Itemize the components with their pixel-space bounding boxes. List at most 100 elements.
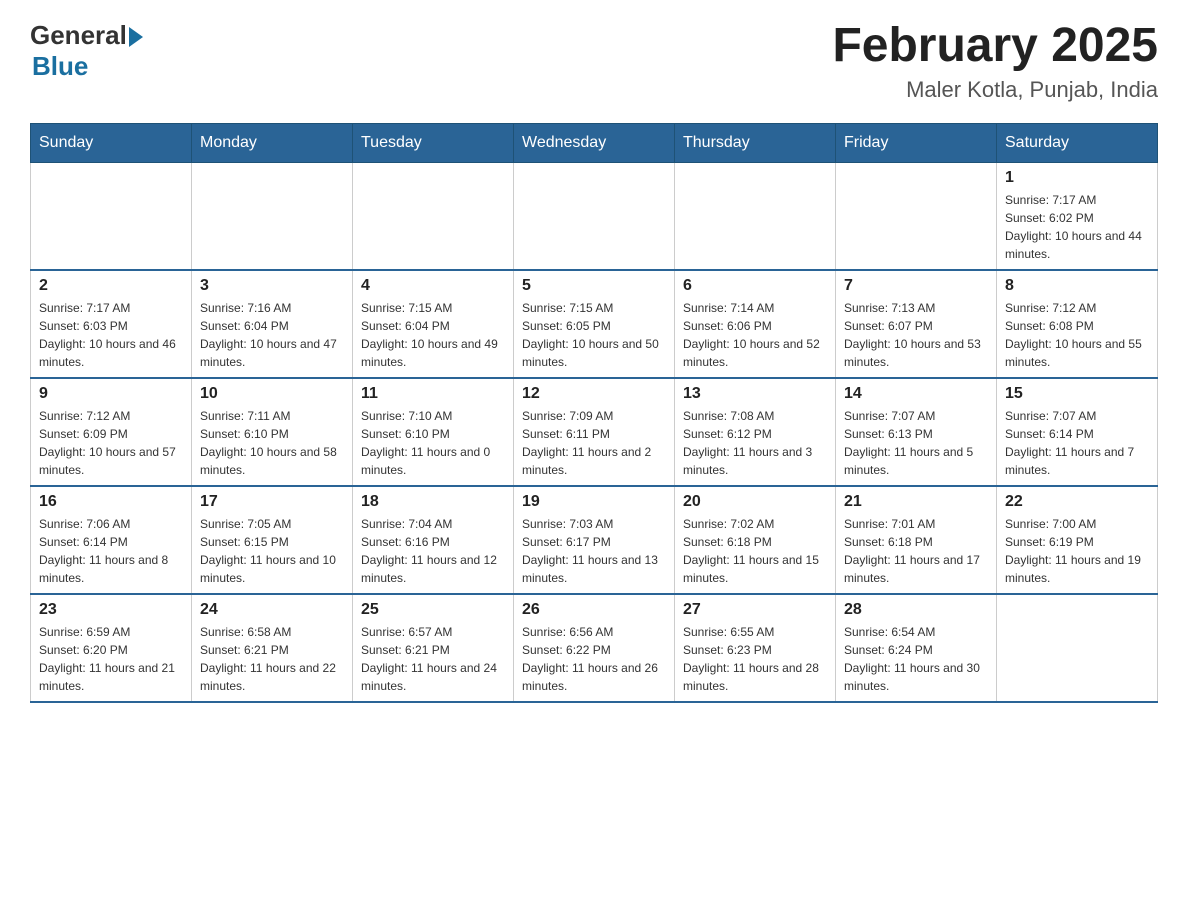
- day-number: 1: [1005, 169, 1149, 187]
- calendar-table: SundayMondayTuesdayWednesdayThursdayFrid…: [30, 123, 1158, 703]
- calendar-cell: [31, 162, 192, 270]
- month-title: February 2025: [832, 20, 1158, 73]
- calendar-cell: 26 Sunrise: 6:56 AM Sunset: 6:22 PM Dayli…: [514, 594, 675, 702]
- weekday-header-sunday: Sunday: [31, 123, 192, 162]
- day-number: 20: [683, 493, 827, 511]
- calendar-cell: 16 Sunrise: 7:06 AM Sunset: 6:14 PM Dayli…: [31, 486, 192, 594]
- calendar-cell: [514, 162, 675, 270]
- day-info: Sunrise: 7:10 AM Sunset: 6:10 PM Dayligh…: [361, 407, 505, 479]
- calendar-cell: 27Sunrise: 6:55 AM Sunset: 6:23 PM Dayli…: [675, 594, 836, 702]
- logo: General Blue: [30, 20, 143, 82]
- calendar-cell: 10 Sunrise: 7:11 AM Sunset: 6:10 PM Dayli…: [192, 378, 353, 486]
- day-number: 6: [683, 277, 827, 295]
- day-number: 9: [39, 385, 183, 403]
- day-info: Sunrise: 7:05 AM Sunset: 6:15 PM Dayligh…: [200, 515, 344, 587]
- calendar-cell: 9 Sunrise: 7:12 AM Sunset: 6:09 PM Daylig…: [31, 378, 192, 486]
- calendar-cell: 12 Sunrise: 7:09 AM Sunset: 6:11 PM Dayli…: [514, 378, 675, 486]
- weekday-header-saturday: Saturday: [997, 123, 1158, 162]
- calendar-week-2: 2 Sunrise: 7:17 AM Sunset: 6:03 PM Daylig…: [31, 270, 1158, 378]
- day-number: 12: [522, 385, 666, 403]
- day-number: 7: [844, 277, 988, 295]
- day-info: Sunrise: 7:03 AM Sunset: 6:17 PM Dayligh…: [522, 515, 666, 587]
- calendar-cell: 8 Sunrise: 7:12 AM Sunset: 6:08 PM Daylig…: [997, 270, 1158, 378]
- day-number: 28: [844, 601, 988, 619]
- day-number: 10: [200, 385, 344, 403]
- day-number: 8: [1005, 277, 1149, 295]
- calendar-cell: [192, 162, 353, 270]
- day-number: 18: [361, 493, 505, 511]
- calendar-cell: [997, 594, 1158, 702]
- day-info: Sunrise: 7:08 AM Sunset: 6:12 PM Dayligh…: [683, 407, 827, 479]
- day-info: Sunrise: 7:12 AM Sunset: 6:09 PM Dayligh…: [39, 407, 183, 479]
- calendar-cell: 15 Sunrise: 7:07 AM Sunset: 6:14 PM Dayli…: [997, 378, 1158, 486]
- day-number: 21: [844, 493, 988, 511]
- day-number: 15: [1005, 385, 1149, 403]
- day-number: 25: [361, 601, 505, 619]
- day-info: Sunrise: 7:01 AM Sunset: 6:18 PM Dayligh…: [844, 515, 988, 587]
- day-info: Sunrise: 6:57 AM Sunset: 6:21 PM Dayligh…: [361, 623, 505, 695]
- logo-arrow-icon: [129, 27, 143, 47]
- calendar-cell: 11 Sunrise: 7:10 AM Sunset: 6:10 PM Dayli…: [353, 378, 514, 486]
- day-info: Sunrise: 7:17 AM Sunset: 6:03 PM Dayligh…: [39, 299, 183, 371]
- day-info: Sunrise: 7:07 AM Sunset: 6:14 PM Dayligh…: [1005, 407, 1149, 479]
- calendar-cell: 25 Sunrise: 6:57 AM Sunset: 6:21 PM Dayli…: [353, 594, 514, 702]
- day-number: 16: [39, 493, 183, 511]
- calendar-cell: [353, 162, 514, 270]
- day-info: Sunrise: 6:56 AM Sunset: 6:22 PM Dayligh…: [522, 623, 666, 695]
- day-number: 14: [844, 385, 988, 403]
- day-number: 22: [1005, 493, 1149, 511]
- day-number: 19: [522, 493, 666, 511]
- day-info: Sunrise: 7:07 AM Sunset: 6:13 PM Dayligh…: [844, 407, 988, 479]
- calendar-week-5: 23 Sunrise: 6:59 AM Sunset: 6:20 PM Dayli…: [31, 594, 1158, 702]
- day-number: 27: [683, 601, 827, 619]
- calendar-cell: [675, 162, 836, 270]
- calendar-week-1: 1 Sunrise: 7:17 AM Sunset: 6:02 PM Daylig…: [31, 162, 1158, 270]
- day-info: Sunrise: 7:04 AM Sunset: 6:16 PM Dayligh…: [361, 515, 505, 587]
- day-number: 26: [522, 601, 666, 619]
- calendar-cell: 4 Sunrise: 7:15 AM Sunset: 6:04 PM Daylig…: [353, 270, 514, 378]
- weekday-header-thursday: Thursday: [675, 123, 836, 162]
- calendar-cell: 28Sunrise: 6:54 AM Sunset: 6:24 PM Dayli…: [836, 594, 997, 702]
- day-number: 23: [39, 601, 183, 619]
- calendar-cell: 6Sunrise: 7:14 AM Sunset: 6:06 PM Daylig…: [675, 270, 836, 378]
- weekday-header-monday: Monday: [192, 123, 353, 162]
- calendar-cell: 1 Sunrise: 7:17 AM Sunset: 6:02 PM Daylig…: [997, 162, 1158, 270]
- location-title: Maler Kotla, Punjab, India: [832, 77, 1158, 103]
- day-info: Sunrise: 7:15 AM Sunset: 6:05 PM Dayligh…: [522, 299, 666, 371]
- day-number: 24: [200, 601, 344, 619]
- calendar-cell: 22 Sunrise: 7:00 AM Sunset: 6:19 PM Dayli…: [997, 486, 1158, 594]
- day-info: Sunrise: 7:00 AM Sunset: 6:19 PM Dayligh…: [1005, 515, 1149, 587]
- calendar-week-4: 16 Sunrise: 7:06 AM Sunset: 6:14 PM Dayli…: [31, 486, 1158, 594]
- calendar-cell: 23 Sunrise: 6:59 AM Sunset: 6:20 PM Dayli…: [31, 594, 192, 702]
- day-number: 17: [200, 493, 344, 511]
- day-info: Sunrise: 7:11 AM Sunset: 6:10 PM Dayligh…: [200, 407, 344, 479]
- title-section: February 2025 Maler Kotla, Punjab, India: [832, 20, 1158, 103]
- day-number: 4: [361, 277, 505, 295]
- calendar-cell: 21 Sunrise: 7:01 AM Sunset: 6:18 PM Dayli…: [836, 486, 997, 594]
- weekday-header-friday: Friday: [836, 123, 997, 162]
- day-info: Sunrise: 7:12 AM Sunset: 6:08 PM Dayligh…: [1005, 299, 1149, 371]
- day-info: Sunrise: 7:15 AM Sunset: 6:04 PM Dayligh…: [361, 299, 505, 371]
- calendar-cell: 13Sunrise: 7:08 AM Sunset: 6:12 PM Dayli…: [675, 378, 836, 486]
- day-number: 5: [522, 277, 666, 295]
- logo-blue-text: Blue: [32, 51, 143, 82]
- day-info: Sunrise: 7:09 AM Sunset: 6:11 PM Dayligh…: [522, 407, 666, 479]
- calendar-cell: 24Sunrise: 6:58 AM Sunset: 6:21 PM Dayli…: [192, 594, 353, 702]
- day-info: Sunrise: 7:02 AM Sunset: 6:18 PM Dayligh…: [683, 515, 827, 587]
- weekday-header-tuesday: Tuesday: [353, 123, 514, 162]
- calendar-cell: 2 Sunrise: 7:17 AM Sunset: 6:03 PM Daylig…: [31, 270, 192, 378]
- calendar-cell: 7Sunrise: 7:13 AM Sunset: 6:07 PM Daylig…: [836, 270, 997, 378]
- page-header: General Blue February 2025 Maler Kotla, …: [30, 20, 1158, 103]
- calendar-week-3: 9 Sunrise: 7:12 AM Sunset: 6:09 PM Daylig…: [31, 378, 1158, 486]
- calendar-header-row: SundayMondayTuesdayWednesdayThursdayFrid…: [31, 123, 1158, 162]
- day-info: Sunrise: 7:06 AM Sunset: 6:14 PM Dayligh…: [39, 515, 183, 587]
- calendar-cell: 5 Sunrise: 7:15 AM Sunset: 6:05 PM Daylig…: [514, 270, 675, 378]
- logo-general-text: General: [30, 20, 127, 51]
- calendar-cell: 17 Sunrise: 7:05 AM Sunset: 6:15 PM Dayli…: [192, 486, 353, 594]
- day-info: Sunrise: 7:16 AM Sunset: 6:04 PM Dayligh…: [200, 299, 344, 371]
- day-number: 2: [39, 277, 183, 295]
- day-info: Sunrise: 6:59 AM Sunset: 6:20 PM Dayligh…: [39, 623, 183, 695]
- day-info: Sunrise: 7:17 AM Sunset: 6:02 PM Dayligh…: [1005, 191, 1149, 263]
- day-number: 11: [361, 385, 505, 403]
- calendar-cell: 14 Sunrise: 7:07 AM Sunset: 6:13 PM Dayli…: [836, 378, 997, 486]
